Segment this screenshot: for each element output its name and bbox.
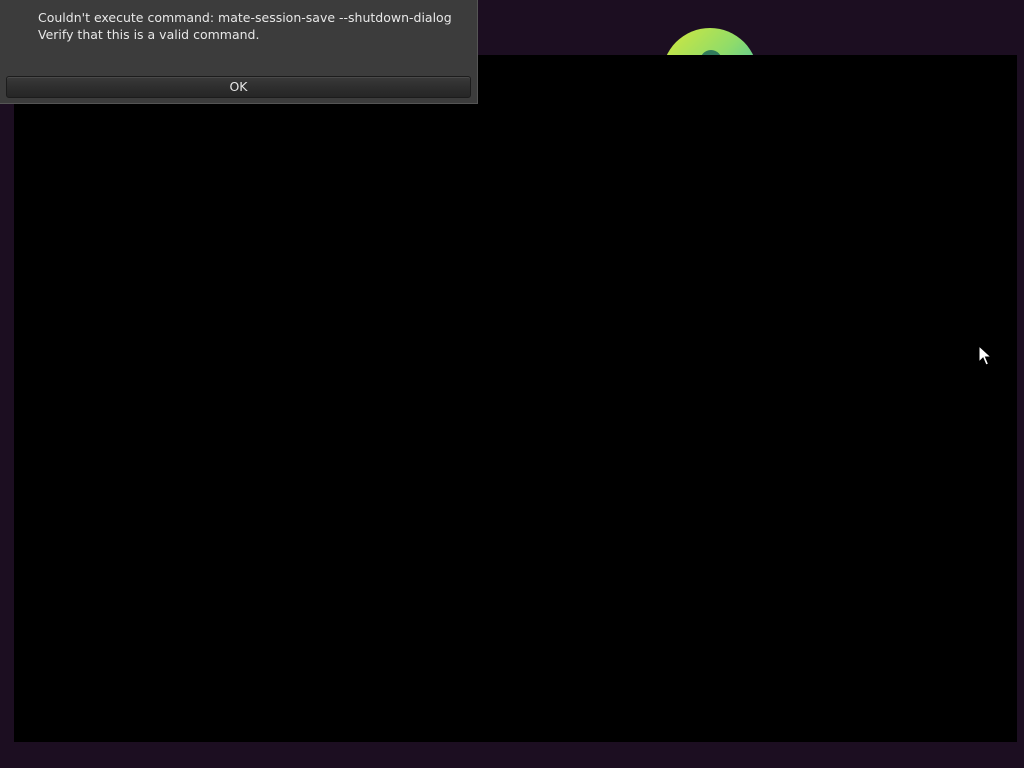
- ok-button[interactable]: OK: [6, 76, 471, 98]
- error-message: Couldn't execute command: mate-session-s…: [38, 9, 452, 43]
- error-dialog: Couldn't execute command: mate-session-s…: [0, 0, 478, 104]
- error-hint-line: Verify that this is a valid command.: [38, 27, 260, 42]
- error-message-line: Couldn't execute command: mate-session-s…: [38, 10, 452, 25]
- desktop-background: [0, 0, 1024, 768]
- mouse-pointer-icon: [978, 345, 992, 366]
- blank-window[interactable]: [14, 55, 1017, 742]
